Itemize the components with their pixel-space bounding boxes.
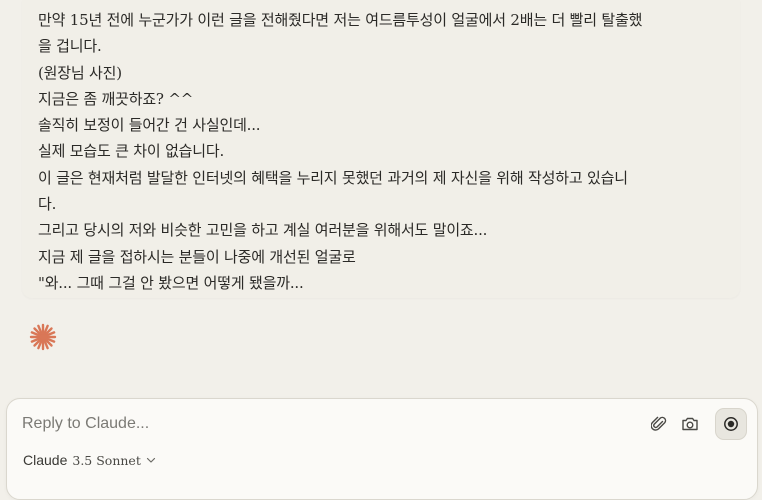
record-icon <box>724 417 738 431</box>
message-line: 만약 15년 전에 누군가가 이런 글을 전해줬다면 저는 여드름투성이 얼굴에… <box>38 11 643 29</box>
message-line: 그리고 당시의 저와 비슷한 고민을 하고 계실 여러분을 위해서도 말이죠..… <box>38 221 488 240</box>
message-line: (원장님 사진) <box>38 63 122 82</box>
message-line: 지금은 좀 깨끗하죠? ^^ <box>38 89 194 108</box>
message-line: 지금 제 글을 접하시는 분들이 나중에 개선된 얼굴로 <box>38 247 356 266</box>
message-line: 을 겁니다. <box>38 37 102 56</box>
reply-composer: Claude 3.5 Sonnet <box>6 398 758 500</box>
chat-area: 만약 15년 전에 누군가가 이런 글을 전해줬다면 저는 여드름투성이 얼굴에… <box>0 0 762 400</box>
claude-spark-icon <box>29 323 57 351</box>
model-name: Claude <box>23 452 68 468</box>
camera-button[interactable] <box>676 411 704 437</box>
message-text: 만약 15년 전에 누군가가 이런 글을 전해줬다면 저는 여드름투성이 얼굴에… <box>38 7 728 296</box>
paperclip-icon <box>651 416 667 431</box>
message-line: 실제 모습도 큰 차이 없습니다. <box>38 142 225 161</box>
reply-input[interactable] <box>22 412 622 436</box>
camera-icon <box>682 417 698 431</box>
message-line: 이 글은 현재처럼 발달한 인터넷의 혜택을 누리지 못했던 과거의 제 자신을… <box>38 168 628 187</box>
model-version: 3.5 Sonnet <box>72 452 141 468</box>
attach-button[interactable] <box>645 411 673 437</box>
message-line: 다. <box>38 195 57 214</box>
chevron-down-icon <box>146 457 155 463</box>
message-line: 솔직히 보정이 들어간 건 사실인데... <box>38 116 261 135</box>
model-selector[interactable]: Claude 3.5 Sonnet <box>23 450 156 470</box>
record-button[interactable] <box>715 408 747 440</box>
message-line: "와... 그때 그걸 안 봤으면 어떻게 됐을까... <box>38 273 304 292</box>
